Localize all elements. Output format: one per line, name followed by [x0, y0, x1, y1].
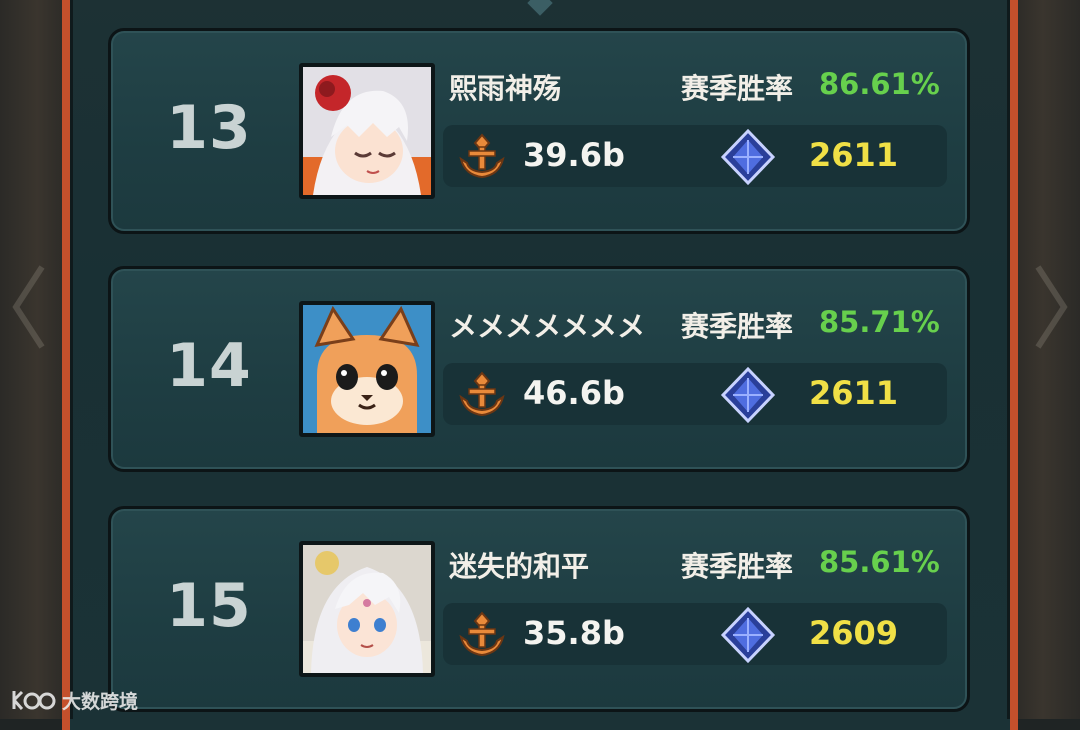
season-winrate-label: 赛季胜率: [681, 72, 794, 105]
player-name: 熙雨神殇: [449, 72, 562, 105]
player-avatar[interactable]: [299, 63, 435, 199]
blue-crystal-icon: [720, 128, 776, 186]
rank-number: 13: [166, 93, 252, 163]
blue-crystal-icon: [720, 606, 776, 664]
player-name: メメメメメメメ: [449, 310, 646, 343]
stats-bar: 35.8b 2609: [443, 603, 947, 665]
orange-cat-avatar: [303, 305, 431, 433]
score-value: 2611: [809, 136, 899, 174]
season-winrate-value: 86.61%: [819, 67, 940, 101]
anchor-emblem-icon: [459, 371, 505, 417]
leaderboard-row[interactable]: 14 メメメメメメメ 赛季胜率 85.71% 46.6b 2611: [108, 266, 970, 472]
leaderboard-row[interactable]: 15 迷失的和平 赛季胜率 85.61% 35.8b 2609: [108, 506, 970, 712]
blue-crystal-icon: [720, 366, 776, 424]
player-name: 迷失的和平: [449, 550, 590, 583]
anchor-emblem-icon: [459, 133, 505, 179]
power-value: 35.8b: [523, 614, 625, 652]
anchor-emblem-icon: [459, 611, 505, 657]
score-value: 2609: [809, 614, 899, 652]
power-value: 39.6b: [523, 136, 625, 174]
rank-number: 14: [166, 331, 252, 401]
season-winrate-label: 赛季胜率: [681, 550, 794, 583]
score-value: 2611: [809, 374, 899, 412]
rank-number: 15: [166, 571, 252, 641]
watermark-logo-icon: [12, 690, 56, 710]
watermark: 大数跨境: [10, 686, 138, 714]
season-winrate-value: 85.61%: [819, 545, 940, 579]
stats-bar: 39.6b 2611: [443, 125, 947, 187]
power-value: 46.6b: [523, 374, 625, 412]
leaderboard-row[interactable]: 13 熙雨神殇 赛季胜率 86.61% 39.6b 2611: [108, 28, 970, 234]
white-hair-girl-avatar: [303, 67, 431, 195]
stats-bar: 46.6b 2611: [443, 363, 947, 425]
player-avatar[interactable]: [299, 301, 435, 437]
silver-hair-hero-avatar: [303, 545, 431, 673]
player-avatar[interactable]: [299, 541, 435, 677]
season-winrate-value: 85.71%: [819, 305, 940, 339]
season-winrate-label: 赛季胜率: [681, 310, 794, 343]
leaderboard-list[interactable]: 13 熙雨神殇 赛季胜率 86.61% 39.6b 2611 14 メメメメメメ…: [0, 0, 1080, 719]
watermark-text: 大数跨境: [62, 690, 139, 713]
